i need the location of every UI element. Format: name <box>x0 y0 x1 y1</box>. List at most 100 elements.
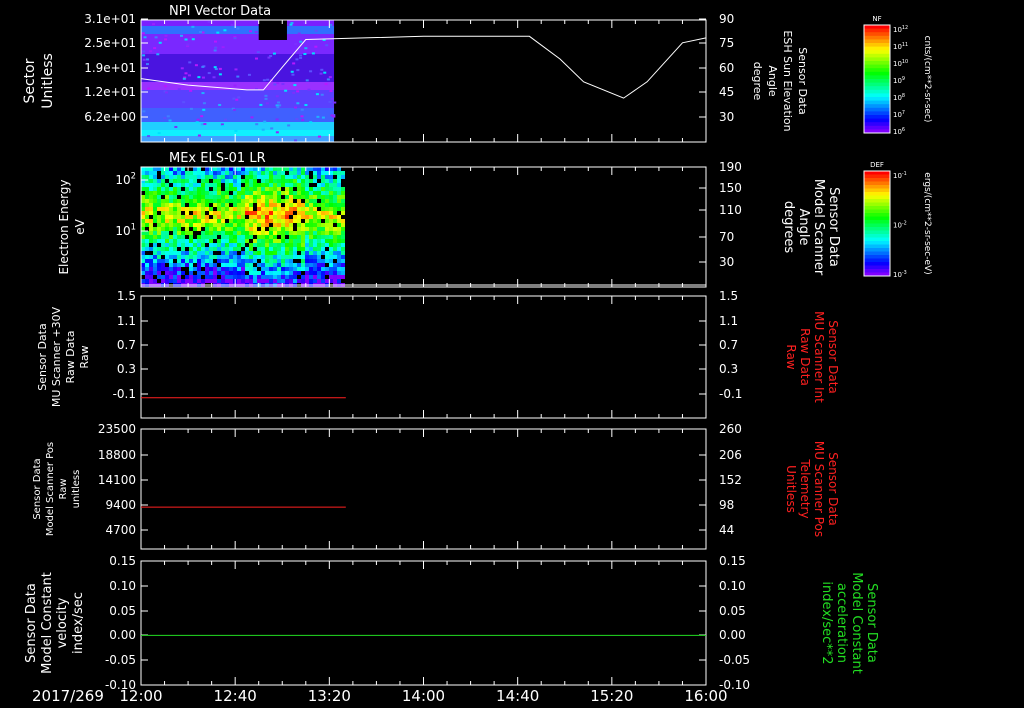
spectrogram-cell <box>141 171 145 175</box>
spectrogram-cell <box>153 187 157 191</box>
spectrogram-cell <box>173 231 177 235</box>
spectrogram-cell <box>305 231 309 235</box>
y2-tick-label: 152 <box>719 473 742 487</box>
spectrogram-cell <box>225 271 229 275</box>
spectrogram-cell <box>265 187 269 191</box>
spectrogram-cell <box>193 191 197 195</box>
spectrogram-cell <box>261 235 265 239</box>
spectrogram-cell <box>293 219 297 223</box>
spectrogram-cell <box>300 115 304 118</box>
spectrogram-cell <box>237 247 241 251</box>
spectrogram-cell <box>257 231 261 235</box>
spectrogram-cell <box>253 211 257 215</box>
spectrogram-cell <box>329 259 333 263</box>
spectrogram-cell <box>309 121 313 124</box>
spectrogram-cell <box>273 215 277 219</box>
spectrogram-cell <box>265 183 269 187</box>
spectrogram-cell <box>317 255 321 259</box>
spectrogram-cell <box>301 195 305 199</box>
spectrogram-cell <box>213 243 217 247</box>
spectrogram-cell <box>141 231 145 235</box>
spectrogram-cell <box>333 215 337 219</box>
spectrogram-cell <box>257 211 261 215</box>
spectrogram-cell <box>153 251 157 255</box>
colorbar-cell <box>864 89 890 94</box>
spectrogram-cell <box>141 32 145 35</box>
spectrogram-cell <box>329 275 333 279</box>
spectrogram-cell <box>233 37 237 40</box>
spectrogram-cell <box>221 219 225 223</box>
spectrogram-cell <box>189 215 193 219</box>
spectrogram-cell <box>169 267 173 271</box>
spectrogram-cell <box>169 187 173 191</box>
spectrogram-cell <box>333 191 337 195</box>
spectrogram-cell <box>305 199 309 203</box>
spectrogram-cell <box>296 90 300 93</box>
spectrogram-cell <box>341 267 345 271</box>
spectrogram-cell <box>333 263 337 267</box>
spectrogram-cell <box>265 263 269 267</box>
spectrogram-cell <box>309 211 313 215</box>
spectrogram-cell <box>185 175 189 179</box>
spectrogram-cell <box>301 255 305 259</box>
spectrogram-cell <box>281 247 285 251</box>
spectrogram-cell <box>269 55 273 58</box>
spectrogram-cell <box>257 207 261 211</box>
spectrogram-cell <box>217 191 221 195</box>
spectrogram-cell <box>201 207 205 211</box>
colorbar-cell <box>864 75 890 80</box>
spectrogram-cell <box>265 102 269 105</box>
spectrogram-cell <box>177 239 181 243</box>
spectrogram-cell <box>337 215 341 219</box>
spectrogram-cell <box>261 231 265 235</box>
spectrogram-cell <box>261 247 265 251</box>
spectrogram-cell <box>277 275 281 279</box>
spectrogram-cell <box>173 227 177 231</box>
spectrogram-cell <box>165 91 169 94</box>
spectrogram-cell <box>289 271 293 275</box>
spectrogram-cell <box>177 187 181 191</box>
spectrogram-cell <box>245 279 249 283</box>
spectrogram-cell <box>173 175 177 179</box>
spectrogram-cell <box>329 207 333 211</box>
spectrogram-cell <box>189 263 193 267</box>
spectrogram-cell <box>253 215 257 219</box>
spectrogram-cell <box>165 275 169 279</box>
spectrogram-cell <box>221 239 225 243</box>
spectrogram-cell <box>149 203 153 207</box>
spectrogram-cell <box>333 187 337 191</box>
colorbar-cell <box>864 178 890 182</box>
spectrogram-cell <box>145 243 149 247</box>
spectrogram-cell <box>177 279 181 283</box>
y2-axis-label: Sensor Data <box>864 583 879 663</box>
spectrogram-cell <box>217 271 221 275</box>
spectrogram-cell <box>141 243 145 247</box>
spectrogram-cell <box>297 167 301 171</box>
spectrogram-cell <box>173 219 177 223</box>
spectrogram-cell <box>205 259 209 263</box>
y2-tick-label: -0.05 <box>719 653 750 667</box>
spectrogram-cell <box>229 275 233 279</box>
spectrogram-cell <box>261 187 265 191</box>
spectrogram-cell <box>169 227 173 231</box>
spectrogram-cell <box>321 187 325 191</box>
spectrogram-cell <box>277 263 281 267</box>
spectrogram-cell <box>165 183 169 187</box>
colorbar-cell <box>864 251 890 256</box>
spectrogram-cell <box>329 187 333 191</box>
spectrogram-cell <box>149 235 153 239</box>
spectrogram-cell <box>181 251 185 255</box>
y2-tick-label: 1.5 <box>719 289 738 303</box>
spectrogram-cell <box>269 279 273 283</box>
spectrogram-cell <box>329 235 333 239</box>
spectrogram-cell <box>169 191 173 195</box>
spectrogram-cell <box>225 199 229 203</box>
spectrogram-cell <box>209 263 213 267</box>
y2-axis-label: Telemetry <box>798 458 812 518</box>
spectrogram-cell <box>293 239 297 243</box>
spectrogram-cell <box>149 223 153 227</box>
y2-tick-label: 0.00 <box>719 628 746 642</box>
spectrogram-cell <box>237 223 241 227</box>
spectrogram-cell <box>221 125 225 128</box>
spectrogram-cell <box>241 263 245 267</box>
